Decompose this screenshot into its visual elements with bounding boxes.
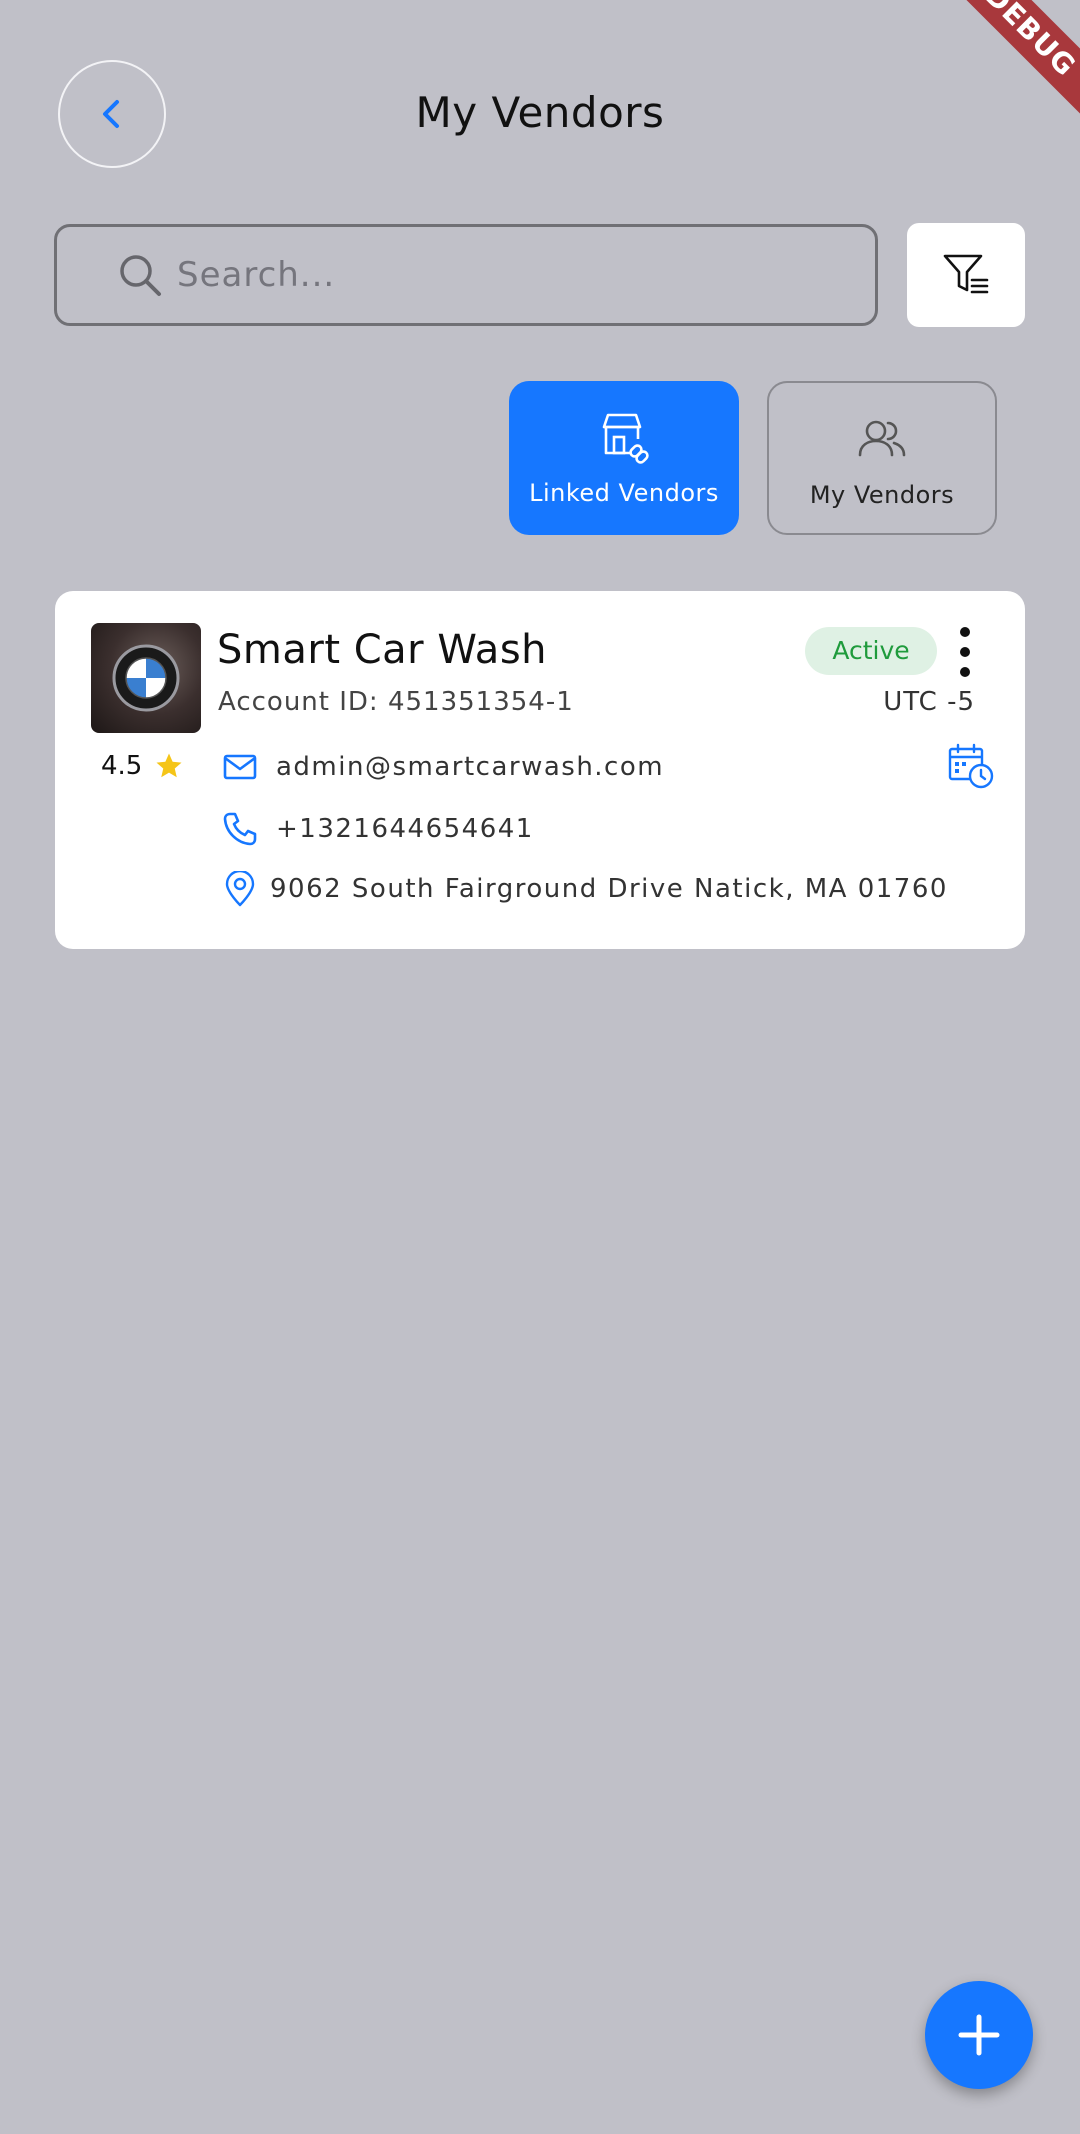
bmw-logo-icon bbox=[112, 644, 180, 712]
add-vendor-button[interactable] bbox=[925, 1981, 1033, 2089]
address-row[interactable]: 9062 South Fairground Drive Natick, MA 0… bbox=[222, 871, 948, 907]
tab-label: Linked Vendors bbox=[529, 479, 719, 507]
account-id: Account ID: 451351354-1 bbox=[218, 687, 574, 717]
vendor-name: Smart Car Wash bbox=[217, 627, 548, 673]
search-icon bbox=[120, 255, 161, 296]
more-dot bbox=[960, 647, 970, 657]
tab-my-vendors[interactable]: My Vendors bbox=[767, 381, 997, 535]
filter-button[interactable] bbox=[907, 223, 1025, 327]
page-title: My Vendors bbox=[415, 88, 665, 137]
screen: DEBUG My Vendors Linked V bbox=[0, 0, 1080, 2134]
rating-value: 4.5 bbox=[101, 751, 143, 781]
more-options-button[interactable] bbox=[947, 627, 983, 677]
vendor-phone: +1321644654641 bbox=[276, 814, 534, 844]
vendor-email: admin@smartcarwash.com bbox=[276, 752, 665, 782]
location-pin-icon bbox=[225, 871, 255, 907]
vendor-logo bbox=[91, 623, 201, 733]
vendor-address: 9062 South Fairground Drive Natick, MA 0… bbox=[270, 874, 948, 904]
schedule-button[interactable] bbox=[948, 743, 994, 789]
mail-icon bbox=[223, 754, 257, 780]
calendar-clock-icon bbox=[948, 743, 994, 789]
more-dot bbox=[960, 667, 970, 677]
phone-row[interactable]: +1321644654641 bbox=[222, 811, 534, 847]
tab-label: My Vendors bbox=[809, 481, 955, 509]
plus-icon bbox=[958, 2014, 1000, 2056]
email-row[interactable]: admin@smartcarwash.com bbox=[222, 749, 664, 785]
users-icon bbox=[858, 420, 906, 457]
status-badge: Active bbox=[805, 627, 937, 675]
rating: 4.5 bbox=[101, 751, 184, 781]
tab-linked-vendors[interactable]: Linked Vendors bbox=[509, 381, 739, 535]
timezone: UTC -5 bbox=[883, 687, 975, 717]
star-icon bbox=[156, 753, 182, 778]
search-input[interactable] bbox=[177, 255, 817, 295]
vendor-card[interactable]: 4.5 Smart Car Wash Account ID: 451351354… bbox=[55, 591, 1025, 949]
phone-icon bbox=[223, 812, 257, 846]
store-link-icon bbox=[602, 413, 649, 464]
filter-icon bbox=[943, 254, 989, 294]
search-box[interactable] bbox=[54, 224, 878, 326]
more-dot bbox=[960, 627, 970, 637]
